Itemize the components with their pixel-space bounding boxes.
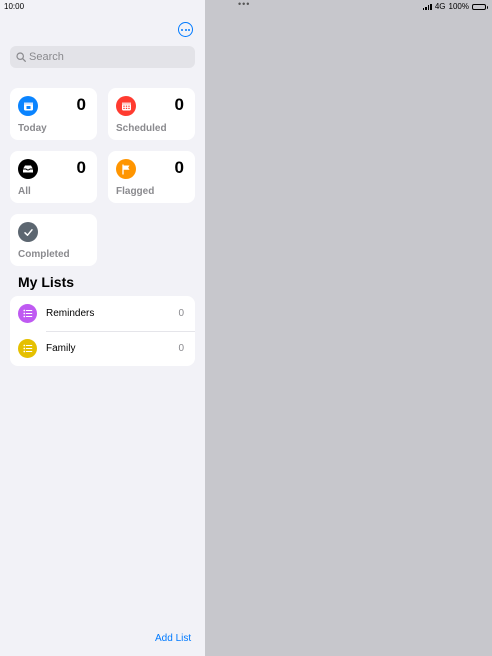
- list-item-family[interactable]: Family 0: [10, 331, 195, 366]
- list-item-reminders[interactable]: Reminders 0: [10, 296, 195, 331]
- list-count: 0: [178, 308, 184, 319]
- smart-list-all[interactable]: 0 All: [10, 151, 97, 203]
- status-bar: 10:00 ••• 4G 100%: [0, 0, 492, 14]
- battery-label: 100%: [448, 2, 469, 11]
- all-label: All: [18, 186, 31, 197]
- checkmark-icon: [18, 222, 38, 242]
- list-bullet-icon: [18, 304, 37, 323]
- smart-list-scheduled[interactable]: 0 Scheduled: [108, 88, 195, 140]
- list-name: Family: [46, 343, 76, 354]
- calendar-icon: [116, 96, 136, 116]
- search-icon: [16, 52, 26, 62]
- detail-pane: [205, 0, 492, 656]
- battery-icon: [472, 3, 488, 10]
- list-bullet-icon: [18, 339, 37, 358]
- calendar-today-icon: [18, 96, 38, 116]
- list-name: Reminders: [46, 308, 95, 319]
- status-time: 10:00: [4, 2, 25, 11]
- flagged-count: 0: [174, 158, 184, 177]
- flag-icon: [116, 159, 136, 179]
- today-count: 0: [76, 95, 86, 114]
- scheduled-label: Scheduled: [116, 123, 167, 134]
- ellipsis-circle-icon[interactable]: [178, 22, 193, 37]
- signal-icon: [422, 3, 432, 10]
- search-bar[interactable]: [10, 46, 195, 68]
- smart-list-today[interactable]: 0 Today: [10, 88, 97, 140]
- flagged-label: Flagged: [116, 186, 155, 197]
- completed-label: Completed: [18, 249, 70, 260]
- add-list-button[interactable]: Add List: [155, 633, 191, 644]
- sidebar: 0 Today 0 Scheduled 0 All 0 Flagged Comp…: [0, 0, 205, 656]
- tray-icon: [18, 159, 38, 179]
- search-input[interactable]: [29, 51, 189, 63]
- status-right: 4G 100%: [422, 2, 488, 11]
- network-label: 4G: [434, 2, 446, 11]
- my-lists-group: Reminders 0 Family 0: [10, 296, 195, 366]
- smart-list-flagged[interactable]: 0 Flagged: [108, 151, 195, 203]
- my-lists-heading: My Lists: [18, 274, 75, 290]
- multitasking-dots-icon[interactable]: •••: [238, 0, 250, 9]
- list-count: 0: [178, 343, 184, 354]
- today-label: Today: [18, 123, 47, 134]
- all-count: 0: [76, 158, 86, 177]
- scheduled-count: 0: [174, 95, 184, 114]
- smart-list-completed[interactable]: Completed: [10, 214, 97, 266]
